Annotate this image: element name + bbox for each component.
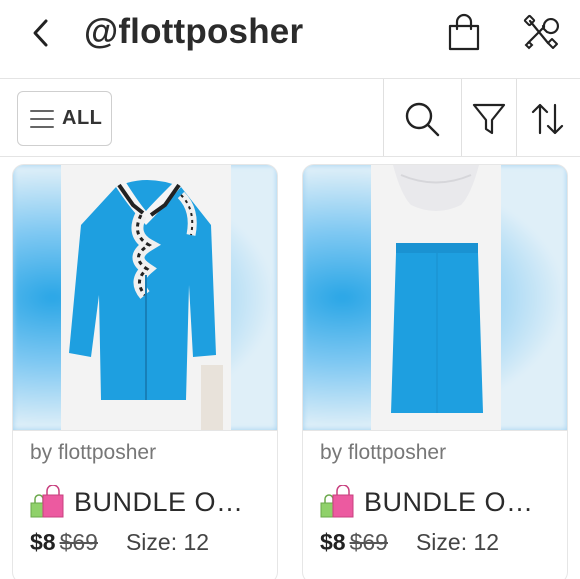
filter-bar: ALL [0, 79, 580, 156]
listing-photo[interactable] [303, 165, 567, 430]
sort-icon [531, 103, 564, 135]
jacket-image [61, 165, 231, 430]
all-filter-label: ALL [62, 107, 103, 129]
tools-button[interactable] [522, 13, 562, 53]
bundle-bags-icon [30, 485, 64, 518]
divider [516, 79, 517, 156]
chevron-left-icon [33, 19, 48, 47]
hamburger-icon [30, 109, 54, 128]
sort-button[interactable] [528, 99, 568, 139]
listing-title[interactable]: BUNDLE O… [320, 485, 534, 519]
divider [461, 79, 462, 156]
price: $8 [320, 529, 346, 555]
original-price: $69 [59, 529, 98, 555]
filter-divider [0, 156, 580, 157]
price-row: $8 $69 Size: 12 [320, 529, 499, 556]
price: $8 [30, 529, 56, 555]
funnel-icon [472, 103, 506, 135]
listing-title[interactable]: BUNDLE O… [30, 485, 244, 519]
original-price: $69 [349, 529, 388, 555]
bundle-bags-icon [320, 485, 354, 518]
listing-title-text: BUNDLE O… [364, 486, 534, 517]
divider [303, 430, 567, 431]
page-title: @flottposher [84, 12, 304, 51]
top-bar: @flottposher [0, 0, 580, 74]
divider [13, 430, 277, 431]
size-label: Size: 12 [125, 529, 210, 555]
back-button[interactable] [24, 16, 58, 50]
all-filter-button[interactable]: ALL [17, 91, 112, 146]
search-icon [405, 102, 440, 137]
shopping-bag-icon [448, 13, 480, 51]
search-button[interactable] [402, 99, 442, 139]
listing-photo[interactable] [13, 165, 277, 430]
listing-title-text: BUNDLE O… [74, 486, 244, 517]
tools-icon [523, 14, 559, 50]
seller-byline[interactable]: by flottposher [30, 441, 156, 465]
skirt-image [371, 165, 501, 430]
divider [383, 79, 384, 156]
shopping-bag-button[interactable] [444, 13, 484, 53]
filter-button[interactable] [469, 99, 509, 139]
listing-card[interactable]: by flottposher BUNDLE O… $8 $69 Size: 12 [12, 164, 278, 579]
size-label: Size: 12 [415, 529, 500, 555]
price-row: $8 $69 Size: 12 [30, 529, 209, 556]
seller-byline[interactable]: by flottposher [320, 441, 446, 465]
listing-card[interactable]: by flottposher BUNDLE O… $8 $69 Size: 12 [302, 164, 568, 579]
